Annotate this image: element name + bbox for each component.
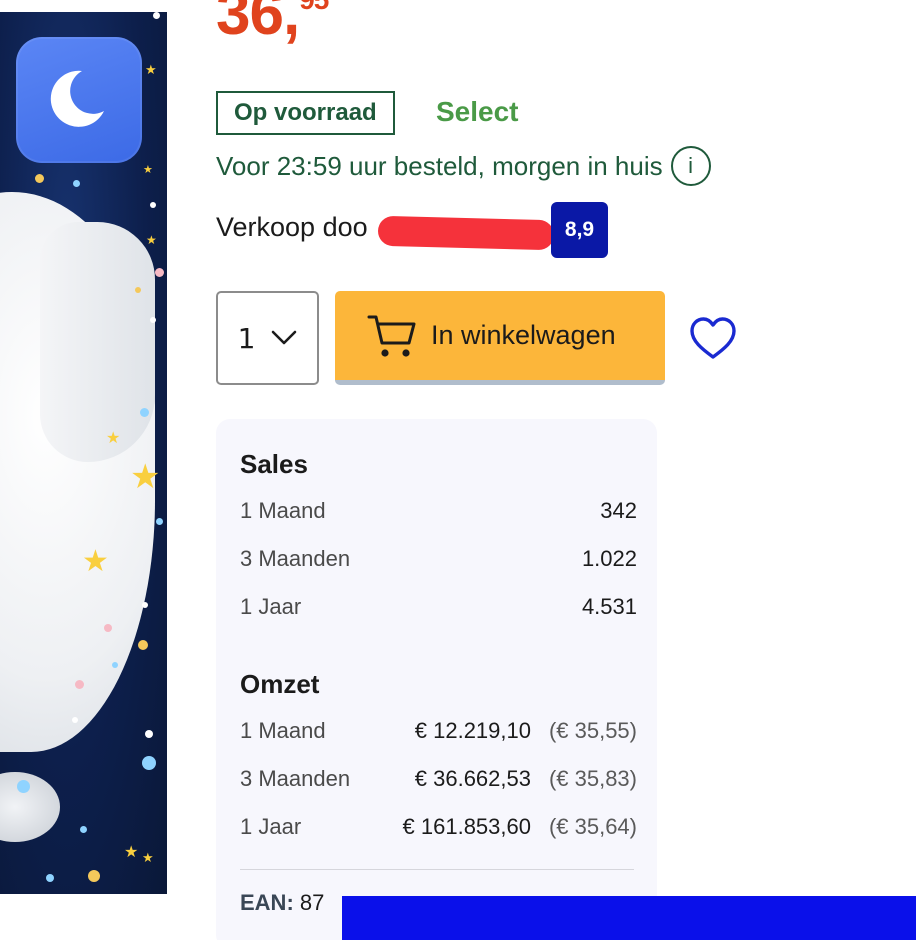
- sales-stats-panel: Sales 1 Maand 342 3 Maanden 1.022 1 Jaar…: [216, 419, 657, 940]
- revenue-row: 1 Jaar € 161.853,60 (€ 35,64): [240, 803, 637, 851]
- revenue-row-label: 3 Maanden: [240, 766, 351, 791]
- sales-title: Sales: [240, 449, 308, 479]
- product-image[interactable]: ★ ★ ★ ★ ★ ★ ★ ★: [0, 12, 167, 894]
- sales-row-value: 4.531: [581, 594, 637, 619]
- dot: [73, 180, 80, 187]
- star-icon: ★: [142, 851, 154, 866]
- revenue-row: 3 Maanden € 36.662,53 (€ 35,83): [240, 755, 637, 803]
- dot: [88, 870, 100, 882]
- revenue-row-amount: € 161.853,60: [402, 814, 531, 839]
- revenue-row-amount: € 12.219,10: [414, 718, 531, 743]
- dot: [153, 12, 160, 19]
- sales-row-label: 1 Jaar: [240, 594, 302, 619]
- delivery-text: Voor 23:59 uur besteld, morgen in huis: [216, 150, 663, 181]
- star-icon: ★: [124, 842, 139, 861]
- dot: [145, 730, 153, 738]
- dot: [17, 780, 30, 793]
- dot: [135, 287, 141, 293]
- sales-row-value: 342: [600, 498, 637, 523]
- dot: [75, 680, 84, 689]
- moon-icon: [50, 70, 104, 127]
- price: 36,95: [216, 0, 329, 49]
- quantity-value: 1: [237, 321, 256, 355]
- add-to-cart-label: In winkelwagen: [431, 320, 616, 350]
- divider: [240, 869, 634, 870]
- sales-row: 1 Maand 342: [240, 487, 637, 535]
- revenue-title: Omzet: [240, 669, 320, 699]
- dot: [112, 662, 118, 668]
- dot: [138, 640, 148, 650]
- dot: [150, 202, 156, 208]
- star-icon: ★: [146, 233, 157, 247]
- revenue-row-label: 1 Maand: [240, 718, 326, 743]
- dot: [80, 826, 87, 833]
- stock-badge: Op voorraad: [216, 91, 395, 135]
- redaction-mark: [377, 215, 555, 251]
- quantity-select[interactable]: 1: [216, 291, 319, 385]
- revenue-row-average: (€ 35,83): [548, 766, 637, 791]
- ean-label: EAN:: [240, 890, 294, 915]
- ean-value: 87: [299, 890, 325, 915]
- seller-rating-badge[interactable]: 8,9: [551, 202, 608, 258]
- revenue-row-label: 1 Jaar: [240, 814, 302, 839]
- sales-row-label: 3 Maanden: [240, 546, 351, 571]
- price-comma: ,: [282, 0, 300, 48]
- sales-row: 3 Maanden 1.022: [240, 535, 637, 583]
- cart-icon: [367, 315, 416, 357]
- overlay-bar[interactable]: [342, 896, 916, 940]
- dot: [150, 317, 156, 323]
- star-icon: ★: [106, 428, 121, 447]
- lamp-foot: [0, 772, 60, 842]
- dot: [156, 518, 163, 525]
- dot: [140, 408, 149, 417]
- select-label[interactable]: Select: [436, 96, 519, 128]
- sales-row-value: 1.022: [581, 546, 637, 571]
- delivery-info: Voor 23:59 uur besteld, morgen in huis i: [216, 146, 711, 186]
- add-to-cart-button[interactable]: In winkelwagen: [335, 291, 665, 385]
- price-integer: 36: [216, 0, 284, 48]
- sales-row: 1 Jaar 4.531: [240, 583, 637, 631]
- dot: [72, 717, 78, 723]
- revenue-row-average: (€ 35,64): [548, 814, 637, 839]
- dot: [142, 756, 156, 770]
- seller-label: Verkoop doo: [216, 212, 368, 242]
- info-icon[interactable]: i: [670, 146, 711, 186]
- app-tile: [16, 37, 142, 163]
- revenue-row-average: (€ 35,55): [548, 718, 637, 743]
- dot: [46, 874, 54, 882]
- chevron-down-icon: [272, 330, 297, 345]
- dot: [142, 602, 148, 608]
- dot: [104, 624, 112, 632]
- star-icon: ★: [143, 163, 153, 176]
- star-icon: ★: [145, 63, 157, 78]
- heart-icon[interactable]: [688, 314, 738, 364]
- star-icon: ★: [130, 457, 161, 497]
- star-icon: ★: [82, 544, 109, 579]
- revenue-row-amount: € 36.662,53: [414, 766, 531, 791]
- lamp-ear: [40, 222, 155, 462]
- price-fraction: 95: [299, 0, 329, 15]
- sales-row-label: 1 Maand: [240, 498, 326, 523]
- dot: [35, 174, 44, 183]
- dot: [155, 268, 164, 277]
- revenue-row: 1 Maand € 12.219,10 (€ 35,55): [240, 707, 637, 755]
